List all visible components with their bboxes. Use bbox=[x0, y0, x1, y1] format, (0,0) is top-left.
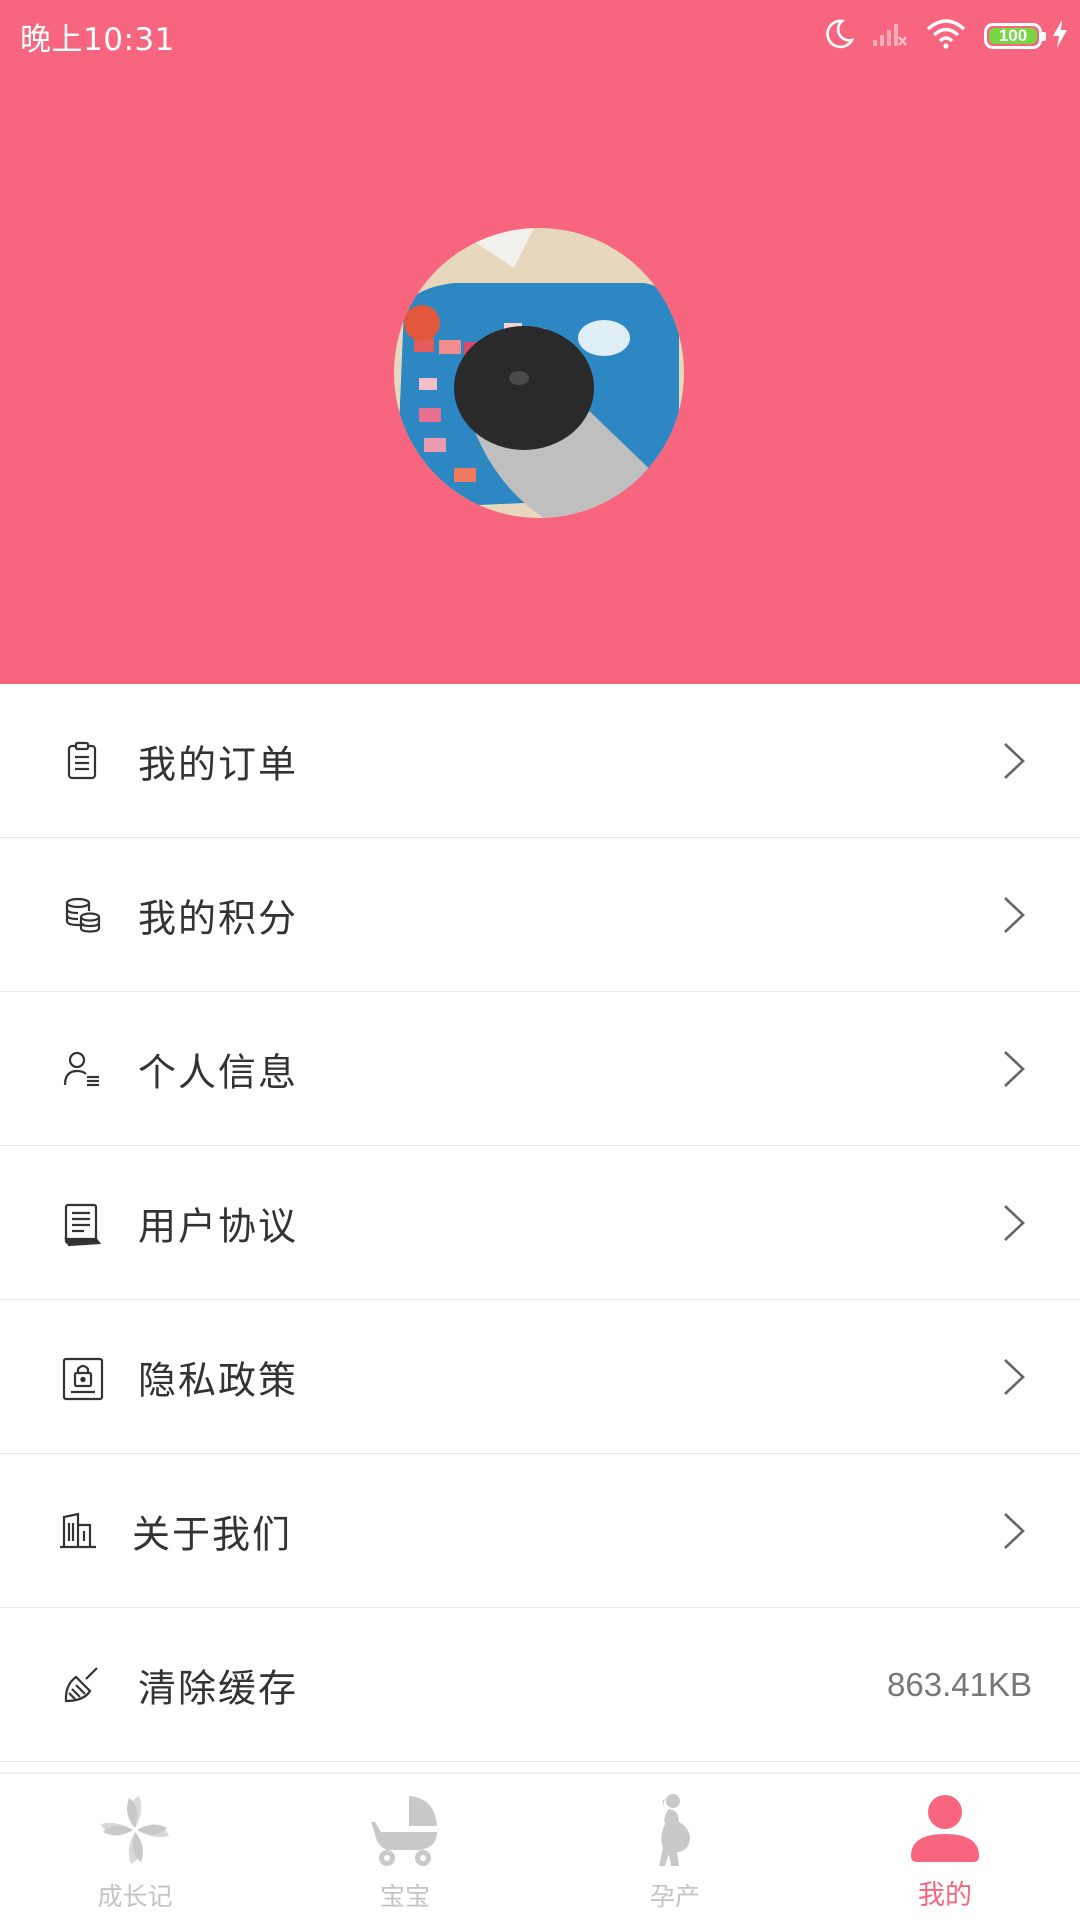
tab-label: 孕产 bbox=[649, 1882, 700, 1911]
status-icons: 100 bbox=[806, 16, 1068, 56]
pregnant-icon bbox=[635, 1792, 715, 1868]
charging-icon bbox=[1052, 20, 1068, 52]
tab-mine[interactable]: 我的 bbox=[810, 1774, 1080, 1920]
document-icon bbox=[62, 1203, 102, 1246]
pinwheel-icon bbox=[95, 1792, 175, 1868]
menu-item-label: 用户协议 bbox=[138, 1204, 299, 1248]
menu-item-personal-info[interactable]: 个人信息 bbox=[0, 992, 1080, 1146]
status-time: 晚上10:31 bbox=[20, 22, 175, 58]
avatar[interactable] bbox=[394, 228, 684, 518]
menu-item-label: 清除缓存 bbox=[138, 1666, 299, 1710]
menu-item-user-agreement[interactable]: 用户协议 bbox=[0, 1146, 1080, 1300]
menu-item-orders[interactable]: 我的订单 bbox=[0, 684, 1080, 838]
chevron-right-icon bbox=[1002, 1511, 1026, 1551]
tab-label: 成长记 bbox=[97, 1882, 173, 1911]
broom-icon bbox=[62, 1665, 102, 1705]
lock-document-icon bbox=[62, 1357, 104, 1400]
menu-list: 我的订单 我的积分 个人信息 用户协议 隐私政策 关于我们 清除缓存 863.4… bbox=[0, 684, 1080, 1762]
profile-screen: 晚上10:31 100 我的订单 我的积分 个人信息 用户协议 隐私政策 关于我… bbox=[0, 0, 1080, 1920]
stroller-icon bbox=[365, 1792, 445, 1868]
building-icon bbox=[58, 1511, 98, 1551]
chevron-right-icon bbox=[1002, 1357, 1026, 1397]
menu-item-privacy-policy[interactable]: 隐私政策 bbox=[0, 1300, 1080, 1454]
bottom-tab-bar: 成长记 宝宝 孕产 我的 bbox=[0, 1772, 1080, 1920]
coins-icon bbox=[62, 895, 102, 935]
tab-label: 宝宝 bbox=[379, 1882, 430, 1911]
profile-header: 晚上10:31 100 bbox=[0, 0, 1080, 684]
chevron-right-icon bbox=[1002, 741, 1026, 781]
person-icon bbox=[905, 1792, 985, 1868]
moon-icon bbox=[824, 18, 855, 54]
chevron-right-icon bbox=[1002, 895, 1026, 935]
chevron-right-icon bbox=[1002, 1203, 1026, 1243]
menu-item-label: 关于我们 bbox=[132, 1512, 293, 1556]
menu-item-label: 我的积分 bbox=[138, 896, 299, 940]
cache-size: 863.41KB bbox=[887, 1665, 1032, 1703]
tab-baby[interactable]: 宝宝 bbox=[270, 1774, 540, 1920]
battery-level: 100 bbox=[998, 26, 1028, 45]
tab-label: 我的 bbox=[918, 1880, 972, 1911]
user-info-icon bbox=[62, 1049, 102, 1089]
menu-item-label: 个人信息 bbox=[138, 1050, 299, 1094]
menu-item-clear-cache[interactable]: 清除缓存 863.41KB bbox=[0, 1608, 1080, 1762]
battery-indicator: 100 bbox=[984, 23, 1046, 49]
clipboard-icon bbox=[62, 741, 102, 781]
chevron-right-icon bbox=[1002, 1049, 1026, 1089]
status-bar: 晚上10:31 100 bbox=[0, 0, 1080, 72]
tab-pregnancy[interactable]: 孕产 bbox=[540, 1774, 810, 1920]
wifi-icon bbox=[926, 19, 966, 53]
menu-item-points[interactable]: 我的积分 bbox=[0, 838, 1080, 992]
menu-item-label: 我的订单 bbox=[138, 742, 299, 786]
menu-item-about-us[interactable]: 关于我们 bbox=[0, 1454, 1080, 1608]
menu-item-label: 隐私政策 bbox=[138, 1358, 299, 1402]
no-signal-icon bbox=[872, 20, 908, 52]
tab-growth[interactable]: 成长记 bbox=[0, 1774, 270, 1920]
